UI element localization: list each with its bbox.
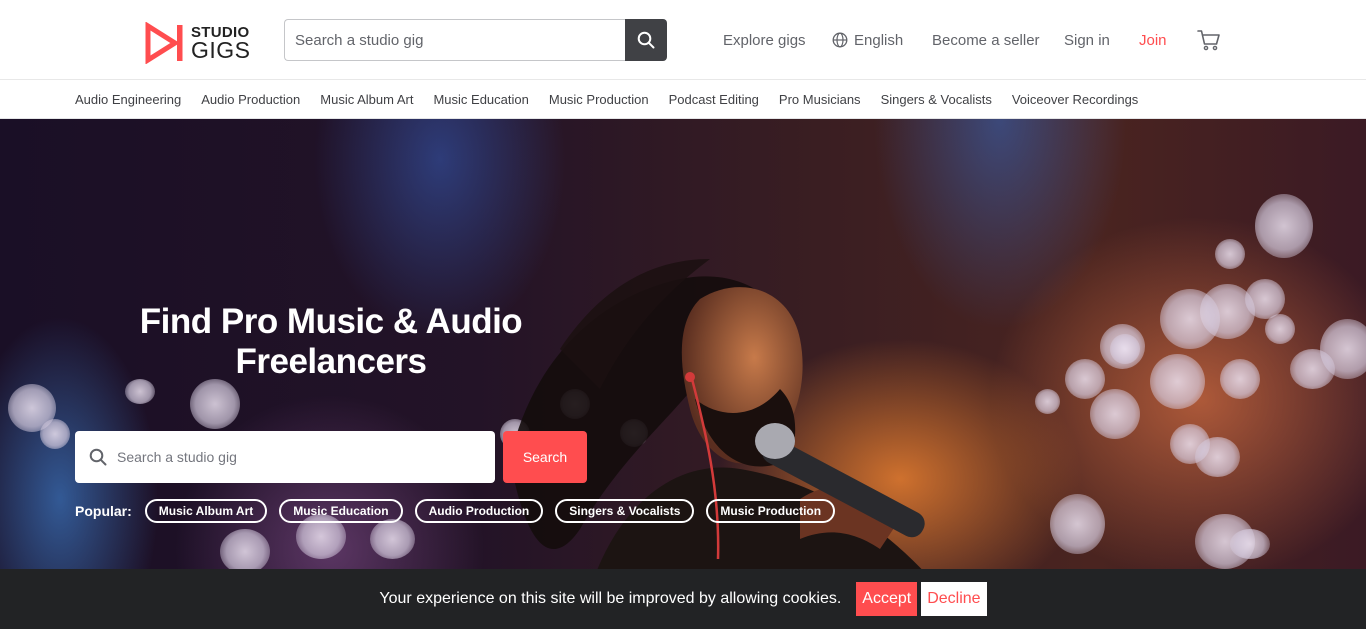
play-logo-icon [145,22,183,64]
language-label: English [854,31,904,49]
category-item[interactable]: Music Album Art [320,92,413,107]
popular-tag[interactable]: Music Education [279,499,403,523]
cart-button[interactable] [1197,0,1221,80]
bokeh-light [190,379,240,429]
logo-line-2: GIGS [191,36,251,63]
bokeh-light [370,519,415,559]
nav-join: Join [1139,0,1167,80]
header-search [284,19,667,61]
popular-tag[interactable]: Singers & Vocalists [555,499,695,523]
category-item[interactable]: Podcast Editing [669,92,759,107]
bokeh-light [1150,354,1205,409]
join-link[interactable]: Join [1139,32,1167,49]
category-item[interactable]: Music Production [549,92,649,107]
bokeh-light [1160,289,1220,349]
popular-tag[interactable]: Music Album Art [144,499,268,523]
category-item[interactable]: Audio Production [201,92,300,107]
bokeh-light [1035,389,1060,414]
bokeh-light [1215,239,1245,269]
language-selector[interactable]: English [832,0,903,80]
bokeh-light [1245,279,1285,319]
category-item[interactable]: Music Education [433,92,528,107]
explore-gigs-link[interactable]: Explore gigs [723,32,806,49]
hero-search: Search [75,431,587,483]
search-icon [637,31,655,49]
nav-sign-in: Sign in [1064,0,1110,80]
header-search-button[interactable] [625,19,667,61]
bokeh-light [1110,334,1140,364]
cookie-message: Your experience on this site will be imp… [379,590,842,607]
bokeh-light [1090,389,1140,439]
hero-title: Find Pro Music & Audio Freelancers [139,302,523,381]
bokeh-light [1230,529,1270,559]
bokeh-light [1195,437,1240,477]
cookie-banner: Your experience on this site will be imp… [0,569,1366,629]
nav-become-seller: Become a seller [932,0,1040,80]
category-item[interactable]: Singers & Vocalists [881,92,992,107]
bokeh-light [220,529,270,569]
cart-icon [1197,30,1220,51]
sign-in-link[interactable]: Sign in [1064,32,1110,49]
bokeh-light [125,379,155,404]
header-search-input[interactable] [284,19,625,61]
bokeh-light [1255,194,1313,258]
category-list: Audio Engineering Audio Production Music A… [75,81,1158,118]
category-item[interactable]: Voiceover Recordings [1012,92,1138,107]
cookie-decline-button[interactable]: Decline [921,582,987,616]
search-icon [89,448,107,466]
bokeh-light [1265,314,1295,344]
nav-explore-gigs: Explore gigs [723,0,806,80]
popular-tags: Popular: Music Album Art Music Education A… [75,499,847,523]
cookie-accept-button[interactable]: Accept [856,582,918,616]
hero-search-button[interactable]: Search [503,431,587,483]
hero-search-field [75,431,495,483]
become-seller-link[interactable]: Become a seller [932,32,1040,49]
hero-search-input[interactable] [117,432,495,482]
popular-tag[interactable]: Audio Production [414,499,544,523]
popular-tag[interactable]: Music Production [706,499,836,523]
bokeh-light [40,419,70,449]
popular-label: Popular: [75,503,132,519]
hero-banner: Find Pro Music & Audio Freelancers Searc… [0,119,1366,569]
top-header: STUDIO GIGS Explore gigs English Become … [0,0,1366,80]
bokeh-light [1320,319,1366,379]
studio-gigs-logo[interactable]: STUDIO GIGS [145,21,263,65]
category-item[interactable]: Pro Musicians [779,92,861,107]
bokeh-light [1220,359,1260,399]
bokeh-light [1050,494,1105,554]
globe-icon [832,32,848,48]
category-bar: Audio Engineering Audio Production Music A… [0,81,1366,119]
category-item[interactable]: Audio Engineering [75,92,181,107]
